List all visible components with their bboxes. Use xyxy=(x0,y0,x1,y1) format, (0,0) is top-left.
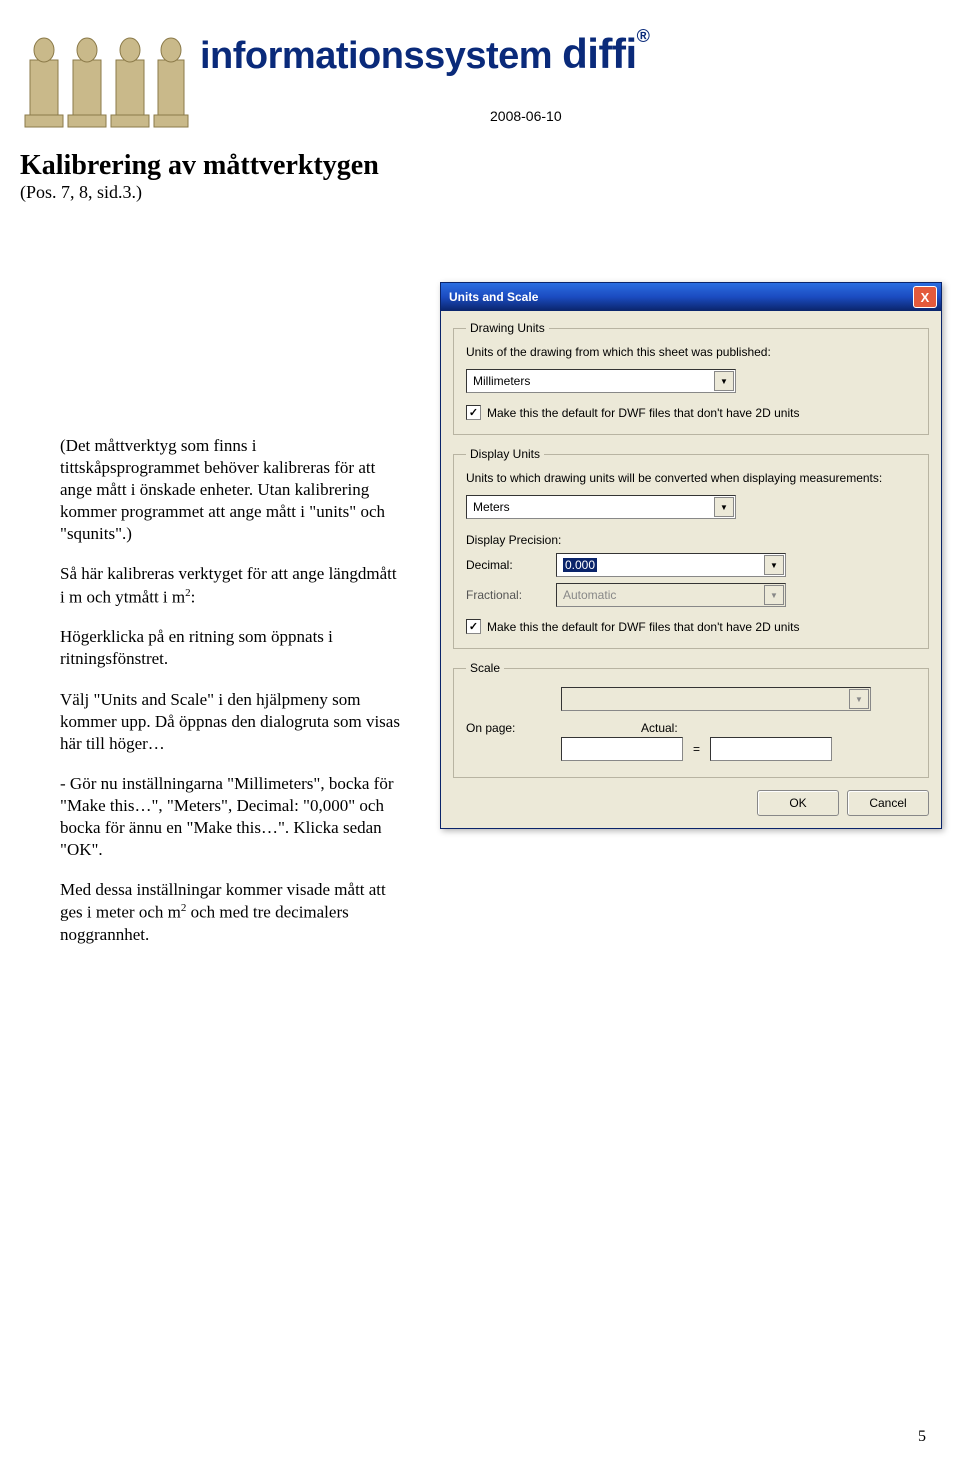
actual-label: Actual: xyxy=(641,721,678,735)
scale-legend: Scale xyxy=(466,661,504,675)
drawing-units-group: Drawing Units Units of the drawing from … xyxy=(453,321,929,435)
chevron-down-icon: ▼ xyxy=(849,689,869,709)
paragraph-6: Med dessa inställningar kommer visade må… xyxy=(60,879,400,946)
onpage-label: On page: xyxy=(466,721,551,735)
display-default-row[interactable]: ✓ Make this the default for DWF files th… xyxy=(466,619,916,634)
logo-statues xyxy=(20,20,190,140)
fractional-value: Automatic xyxy=(563,588,616,602)
paragraph-1: (Det måttverktyg som finns i tittskåpspr… xyxy=(60,435,400,545)
fractional-combo: Automatic ▼ xyxy=(556,583,786,607)
dialog-buttons: OK Cancel xyxy=(453,790,929,816)
close-button[interactable]: X xyxy=(913,286,937,308)
decimal-combo[interactable]: 0.000 ▼ xyxy=(556,553,786,577)
brand-registered: ® xyxy=(637,26,650,46)
equals-label: = xyxy=(693,742,700,756)
page-date: 2008-06-10 xyxy=(490,108,562,124)
display-default-label: Make this the default for DWF files that… xyxy=(487,620,799,634)
dialog-titlebar[interactable]: Units and Scale X xyxy=(441,283,941,311)
display-units-desc: Units to which drawing units will be con… xyxy=(466,471,916,485)
decimal-value: 0.000 xyxy=(563,558,597,572)
dialog-body: Drawing Units Units of the drawing from … xyxy=(441,311,941,828)
paragraph-2: Så här kalibreras verktyget för att ange… xyxy=(60,563,400,608)
page: informationssystem diffi® Kalibrering av… xyxy=(0,0,960,1460)
drawing-units-desc: Units of the drawing from which this she… xyxy=(466,345,916,359)
chevron-down-icon: ▼ xyxy=(764,555,784,575)
display-units-value: Meters xyxy=(473,500,510,514)
chevron-down-icon: ▼ xyxy=(714,371,734,391)
drawing-units-value: Millimeters xyxy=(473,374,530,388)
display-units-combo[interactable]: Meters ▼ xyxy=(466,495,736,519)
onpage-input[interactable] xyxy=(561,737,683,761)
chevron-down-icon: ▼ xyxy=(764,585,784,605)
display-units-group: Display Units Units to which drawing uni… xyxy=(453,447,929,649)
decimal-label: Decimal: xyxy=(466,558,556,572)
paragraph-4: Välj "Units and Scale" i den hjälpmeny s… xyxy=(60,689,400,755)
scale-combo: ▼ xyxy=(561,687,871,711)
scale-group: Scale ▼ On page: Actual: = xyxy=(453,661,929,778)
paragraph-5: - Gör nu inställningarna "Millimeters", … xyxy=(60,773,400,861)
brand: informationssystem diffi® xyxy=(200,30,649,78)
fractional-label: Fractional: xyxy=(466,588,556,602)
paragraph-3: Högerklicka på en ritning som öppnats i … xyxy=(60,626,400,670)
drawing-default-label: Make this the default for DWF files that… xyxy=(487,406,799,420)
instruction-text: (Det måttverktyg som finns i tittskåpspr… xyxy=(60,435,400,964)
actual-input[interactable] xyxy=(710,737,832,761)
drawing-default-row[interactable]: ✓ Make this the default for DWF files th… xyxy=(466,405,916,420)
brand-prefix: informationssystem xyxy=(200,35,562,77)
units-and-scale-dialog: Units and Scale X Drawing Units Units of… xyxy=(440,282,942,829)
chevron-down-icon: ▼ xyxy=(714,497,734,517)
drawing-units-legend: Drawing Units xyxy=(466,321,549,335)
display-units-legend: Display Units xyxy=(466,447,544,461)
page-number: 5 xyxy=(918,1428,926,1446)
page-subtitle: (Pos. 7, 8, sid.3.) xyxy=(20,182,960,203)
header: informationssystem diffi® xyxy=(0,0,960,140)
display-default-checkbox[interactable]: ✓ xyxy=(466,619,481,634)
brand-main: diffi xyxy=(562,30,636,77)
drawing-units-combo[interactable]: Millimeters ▼ xyxy=(466,369,736,393)
ok-button[interactable]: OK xyxy=(757,790,839,816)
cancel-button[interactable]: Cancel xyxy=(847,790,929,816)
dialog-title: Units and Scale xyxy=(449,290,538,304)
close-icon: X xyxy=(921,290,930,305)
display-precision-label: Display Precision: xyxy=(466,533,916,547)
page-title: Kalibrering av måttverktygen xyxy=(20,150,960,182)
drawing-default-checkbox[interactable]: ✓ xyxy=(466,405,481,420)
